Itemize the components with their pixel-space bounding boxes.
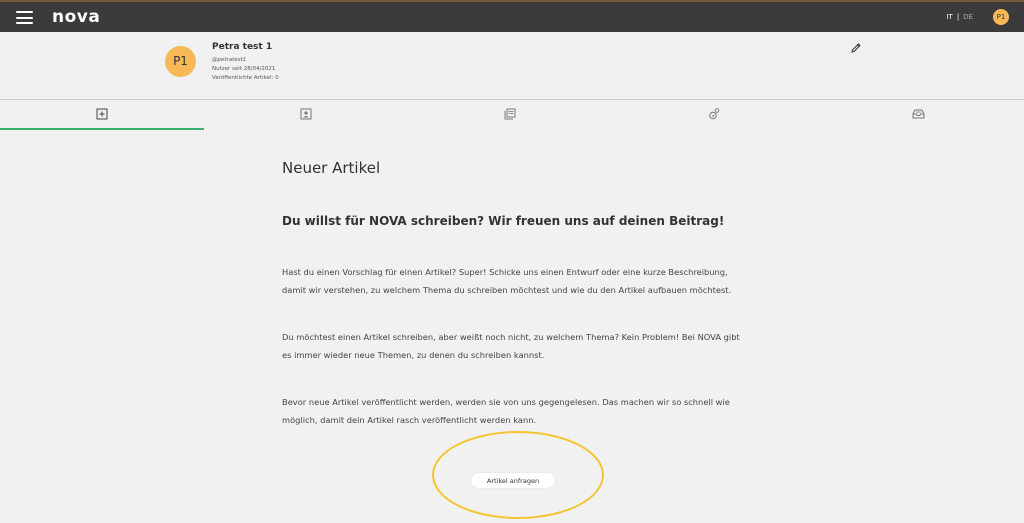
profile-member-since: Nutzer seit 28/04/2021 bbox=[212, 66, 276, 72]
profile-handle: @petratest1 bbox=[212, 57, 247, 63]
profile-card-icon bbox=[300, 108, 312, 120]
page-title: Neuer Artikel bbox=[282, 159, 381, 177]
tab-new-article[interactable] bbox=[0, 100, 204, 130]
inbox-icon bbox=[912, 109, 925, 119]
paragraph-line: Hast du einen Vorschlag für einen Artike… bbox=[282, 267, 728, 277]
top-navbar: nova IT | DE P1 bbox=[0, 0, 1024, 32]
nova-logo[interactable]: nova bbox=[52, 7, 100, 27]
review-paragraph: Bevor neue Artikel veröffentlicht werden… bbox=[282, 393, 752, 429]
profile-header: P1 Petra test 1 @petratest1 Nutzer seit … bbox=[0, 32, 1024, 100]
paragraph-line: damit wir verstehen, zu welchem Thema du… bbox=[282, 285, 732, 295]
paragraph-line: möglich, damit dein Artikel rasch veröff… bbox=[282, 415, 537, 425]
user-avatar-menu[interactable]: P1 bbox=[993, 9, 1009, 25]
profile-tabs bbox=[0, 100, 1024, 130]
topics-paragraph: Du möchtest einen Artikel schreiben, abe… bbox=[282, 328, 752, 364]
lang-separator: | bbox=[956, 13, 960, 21]
lang-de-link[interactable]: DE bbox=[963, 13, 973, 21]
plus-square-icon bbox=[96, 108, 108, 120]
profile-avatar: P1 bbox=[165, 46, 196, 77]
paragraph-line: Du möchtest einen Artikel schreiben, abe… bbox=[282, 332, 740, 342]
page-subtitle: Du willst für NOVA schreiben? Wir freuen… bbox=[282, 214, 725, 228]
tab-my-articles[interactable] bbox=[408, 100, 612, 130]
intro-paragraph: Hast du einen Vorschlag für einen Artike… bbox=[282, 263, 752, 299]
articles-stack-icon bbox=[504, 108, 516, 120]
profile-name: Petra test 1 bbox=[212, 42, 273, 52]
hamburger-menu-icon[interactable] bbox=[16, 11, 33, 24]
profile-published-count: Veröffentlichte Artikel: 0 bbox=[212, 75, 279, 81]
edit-pencil-icon[interactable] bbox=[850, 42, 862, 54]
badge-medal-icon bbox=[709, 108, 720, 120]
paragraph-line: Bevor neue Artikel veröffentlicht werden… bbox=[282, 397, 730, 407]
tab-inbox[interactable] bbox=[816, 100, 1020, 130]
request-article-button[interactable]: Artikel anfragen bbox=[471, 473, 555, 488]
lang-it-link[interactable]: IT bbox=[946, 13, 952, 21]
tab-profile[interactable] bbox=[204, 100, 408, 130]
tab-badges[interactable] bbox=[612, 100, 816, 130]
paragraph-line: es immer wieder neue Themen, zu denen du… bbox=[282, 350, 545, 360]
language-switcher: IT | DE bbox=[946, 13, 973, 21]
